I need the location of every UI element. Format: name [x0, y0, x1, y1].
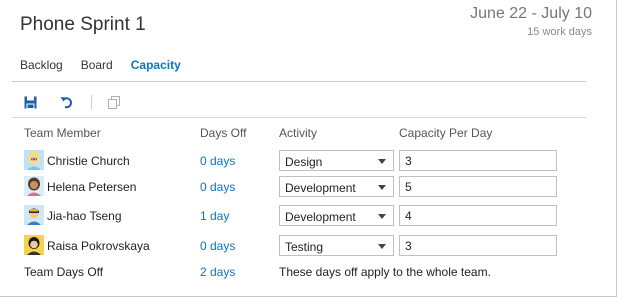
save-icon [24, 96, 36, 109]
days-off-link[interactable]: 1 day [200, 209, 229, 223]
copy-button[interactable] [106, 94, 122, 110]
chevron-down-icon [378, 244, 386, 249]
days-off-link[interactable]: 0 days [200, 180, 235, 194]
team-days-off-link[interactable]: 2 days [200, 265, 235, 279]
undo-button[interactable] [59, 94, 75, 110]
member-name: Helena Petersen [47, 180, 137, 194]
member-name: Christie Church [47, 154, 130, 168]
table-row: Jia-hao Tseng 1 day Development [0, 203, 617, 227]
tab-backlog[interactable]: Backlog [20, 58, 63, 78]
capacity-panel: Phone Sprint 1 June 22 - July 10 15 work… [0, 0, 617, 297]
column-header-activity: Activity [279, 126, 318, 140]
avatar [24, 150, 44, 170]
activity-select[interactable]: Development [279, 205, 394, 226]
column-header-capacity: Capacity Per Day [399, 126, 493, 140]
avatar [24, 205, 44, 225]
save-button[interactable] [22, 94, 38, 110]
sprint-date-range: June 22 - July 10 [470, 5, 592, 22]
tab-board[interactable]: Board [81, 58, 113, 78]
column-header-days-off: Days Off [200, 126, 247, 140]
team-days-off-label: Team Days Off [24, 265, 104, 279]
activity-value: Design [285, 155, 323, 169]
chevron-down-icon [378, 214, 386, 219]
capacity-input[interactable] [399, 176, 557, 197]
member-name: Raisa Pokrovskaya [47, 239, 150, 253]
copy-icon [107, 95, 120, 109]
chevron-down-icon [378, 159, 386, 164]
table-row: Christie Church 0 days Design [0, 148, 617, 172]
toolbar [22, 93, 122, 111]
sprint-title: Phone Sprint 1 [20, 14, 146, 35]
sprint-work-days: 15 work days [527, 26, 592, 38]
capacity-input[interactable] [399, 150, 557, 171]
activity-value: Development [285, 181, 356, 195]
undo-icon [60, 97, 73, 109]
table-row: Raisa Pokrovskaya 0 days Testing [0, 233, 617, 257]
toolbar-divider [12, 117, 586, 118]
days-off-link[interactable]: 0 days [200, 154, 235, 168]
avatar [24, 176, 44, 196]
tab-capacity[interactable]: Capacity [131, 58, 181, 78]
activity-select[interactable]: Design [279, 150, 394, 171]
days-off-link[interactable]: 0 days [200, 239, 235, 253]
team-days-off-note: These days off apply to the whole team. [279, 265, 491, 279]
chevron-down-icon [378, 185, 386, 190]
activity-select[interactable]: Development [279, 176, 394, 197]
member-name: Jia-hao Tseng [47, 209, 122, 223]
capacity-input[interactable] [399, 205, 557, 226]
activity-value: Testing [285, 240, 324, 254]
avatar [24, 235, 44, 255]
table-row: Helena Petersen 0 days Development [0, 174, 617, 198]
toolbar-separator [91, 95, 92, 109]
tabs-divider [12, 81, 586, 82]
column-header-member: Team Member [24, 126, 101, 140]
capacity-input[interactable] [399, 235, 557, 256]
activity-value: Development [285, 210, 356, 224]
sprint-dates: June 22 - July 10 15 work days [470, 5, 592, 38]
activity-select[interactable]: Testing [279, 235, 394, 256]
view-tabs: Backlog Board Capacity [20, 58, 181, 78]
